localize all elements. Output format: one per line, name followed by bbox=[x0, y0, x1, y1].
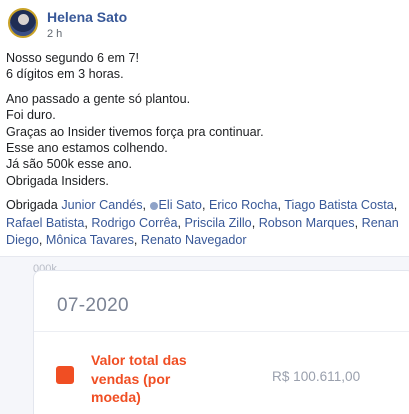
post-timestamp[interactable]: 2 h bbox=[47, 27, 127, 41]
tag-link[interactable]: Tiago Batista Costa bbox=[284, 198, 393, 212]
card-date: 07-2020 bbox=[57, 295, 129, 316]
post-line: 6 dígitos em 3 horas. bbox=[6, 67, 124, 82]
tag-link[interactable]: Rafael Batista bbox=[6, 216, 84, 230]
sales-card: 07-2020 Valor total das vendas (por moed… bbox=[33, 270, 409, 414]
post-paragraph-2: Ano passado a gente só plantou. Foi duro… bbox=[6, 91, 406, 189]
metric-value: R$ 100.611,00 bbox=[272, 369, 361, 384]
post-line: Ano passado a gente só plantou. bbox=[6, 91, 191, 106]
post-body: Nosso segundo 6 em 7! 6 dígitos em 3 hor… bbox=[6, 50, 406, 249]
post-meta: Helena Sato 2 h bbox=[47, 8, 127, 41]
legend-swatch bbox=[56, 366, 74, 384]
post-line: Obrigada Insiders. bbox=[6, 173, 109, 188]
post-line: Já são 500k esse ano. bbox=[6, 157, 133, 172]
post-header: Helena Sato 2 h bbox=[8, 8, 127, 41]
post-paragraph-1: Nosso segundo 6 em 7! 6 dígitos em 3 hor… bbox=[6, 50, 406, 83]
tag-link[interactable]: Priscila Zillo bbox=[185, 216, 252, 230]
post-line: Graças ao Insider tivemos força pra cont… bbox=[6, 124, 264, 139]
tag-link[interactable]: Erico Rocha bbox=[209, 198, 278, 212]
avatar[interactable] bbox=[8, 8, 38, 38]
tag-link[interactable]: Junior Candés bbox=[61, 198, 142, 212]
tag-link[interactable]: Rodrigo Corrêa bbox=[91, 216, 177, 230]
author-name[interactable]: Helena Sato bbox=[47, 9, 127, 26]
tag-link[interactable]: Mônica Tavares bbox=[46, 233, 134, 247]
post-line: Nosso segundo 6 em 7! bbox=[6, 51, 140, 65]
post-line: Esse ano estamos colhendo. bbox=[6, 141, 168, 156]
thanks-tags: Obrigada Junior Candés, Eli Sato, Erico … bbox=[6, 198, 399, 247]
card-divider bbox=[34, 331, 409, 332]
tag-link[interactable]: Robson Marques bbox=[259, 216, 355, 230]
post-line: Foi duro. bbox=[6, 108, 56, 123]
embedded-image[interactable]: 000k 07-2020 Valor total das vendas (por… bbox=[0, 256, 409, 414]
metric-label: Valor total das vendas (por moeda) bbox=[91, 352, 187, 405]
profile-dot-icon bbox=[149, 202, 158, 211]
thanks-prefix: Obrigada bbox=[6, 198, 58, 213]
tag-link[interactable]: Renato Navegador bbox=[141, 233, 247, 247]
tag-link[interactable]: Eli Sato bbox=[159, 198, 202, 212]
